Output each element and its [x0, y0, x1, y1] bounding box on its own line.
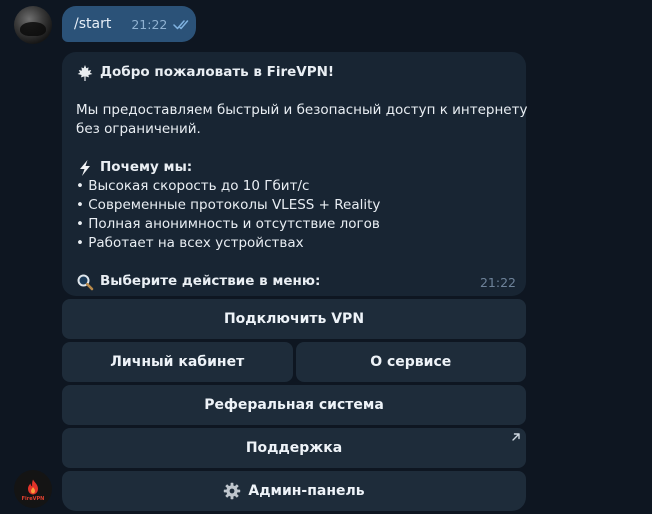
admin-panel-button[interactable]: Админ-панель: [62, 471, 526, 511]
choose-line: Выберите действие в меню:: [76, 272, 514, 291]
why-title: Почему мы:: [100, 159, 193, 175]
flame-logo-icon: [28, 479, 38, 494]
external-link-icon: [512, 433, 520, 441]
referral-button[interactable]: Реферальная система: [62, 385, 526, 425]
button-label: О сервисе: [370, 354, 452, 370]
button-label: Админ-панель: [248, 483, 365, 499]
chat-view: /start 21:22 Добро пожаловать в FireVPN!…: [0, 0, 652, 514]
user-avatar[interactable]: [14, 6, 52, 44]
maple-leaf-icon: [77, 64, 93, 81]
intro-text-line: Мы предоставляем быстрый и безопасный до…: [76, 102, 528, 118]
button-label: Поддержка: [245, 440, 343, 456]
about-service-button[interactable]: О сервисе: [295, 342, 526, 382]
account-button[interactable]: Личный кабинет: [62, 342, 293, 382]
keyboard-row: Личный кабинет О сервисе: [62, 342, 526, 382]
intro-text-line: без ограничений.: [76, 121, 201, 137]
inline-keyboard: Подключить VPN Личный кабинет О сервисе …: [62, 299, 526, 514]
feature-item: • Полная анонимность и отсутствие логов: [76, 216, 380, 232]
keyboard-row: Поддержка: [62, 428, 526, 468]
welcome-title: Добро пожаловать в FireVPN!: [100, 64, 335, 80]
button-label: Реферальная система: [204, 397, 384, 413]
support-button[interactable]: Поддержка: [62, 428, 526, 468]
double-check-icon: [173, 19, 189, 29]
choose-prompt: Выберите действие в меню:: [100, 273, 321, 289]
button-label: Подключить VPN: [223, 311, 365, 327]
button-label: Личный кабинет: [110, 354, 245, 370]
keyboard-row: Админ-панель: [62, 471, 526, 511]
avatar-shape: [20, 22, 46, 36]
feature-item: • Работает на всех устройствах: [76, 235, 304, 251]
feature-item: • Высокая скорость до 10 Гбит/с: [76, 178, 310, 194]
gear-icon: [224, 482, 241, 500]
keyboard-row: Реферальная система: [62, 385, 526, 425]
connect-vpn-button[interactable]: Подключить VPN: [62, 299, 526, 339]
why-line: Почему мы:: [76, 158, 514, 177]
bot-brand-text: FireVPN: [21, 495, 45, 502]
welcome-line: Добро пожаловать в FireVPN!: [76, 63, 514, 82]
feature-item: • Современные протоколы VLESS + Reality: [76, 197, 381, 213]
keyboard-row: Подключить VPN: [62, 299, 526, 339]
message-time: 21:22: [131, 16, 168, 32]
message-time: 21:22: [479, 275, 516, 290]
outgoing-message[interactable]: /start 21:22: [62, 6, 196, 42]
incoming-message[interactable]: Добро пожаловать в FireVPN! Мы предостав…: [62, 52, 528, 296]
magnifier-icon: [77, 274, 94, 290]
message-text: /start: [74, 16, 112, 32]
bot-avatar[interactable]: FireVPN: [14, 470, 52, 508]
lightning-icon: [80, 159, 90, 176]
